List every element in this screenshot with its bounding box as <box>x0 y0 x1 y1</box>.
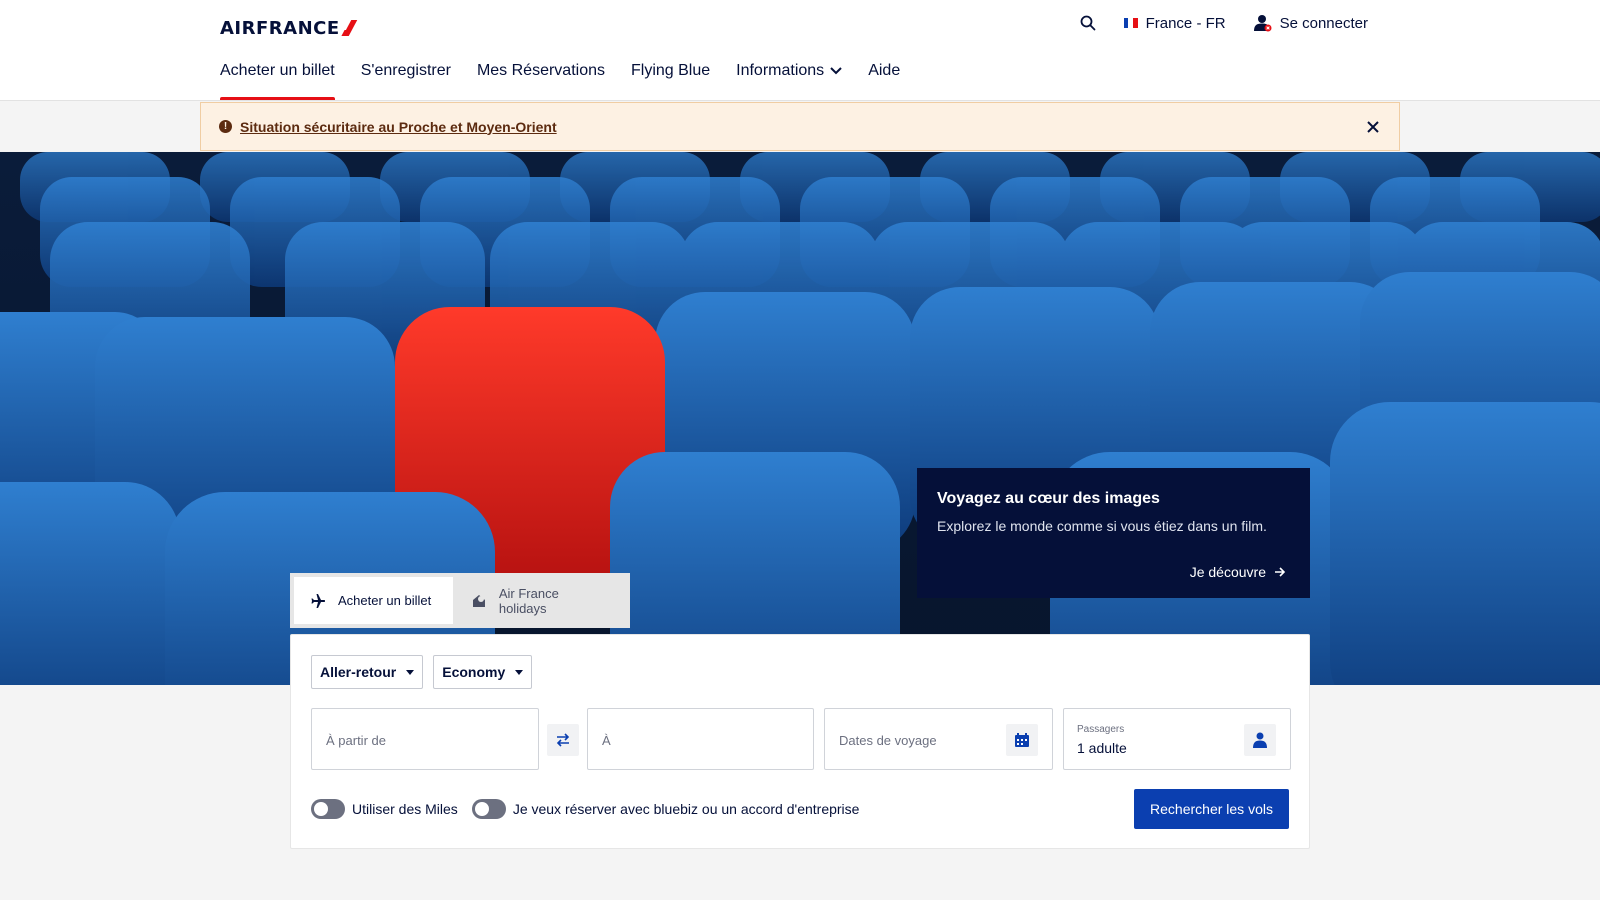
nav-item-flying-blue[interactable]: Flying Blue <box>631 58 710 100</box>
swap-airports-button[interactable] <box>547 724 579 756</box>
login-label: Se connecter <box>1279 14 1368 32</box>
nav-item-reservations[interactable]: Mes Réservations <box>477 58 605 100</box>
trip-type-select[interactable]: Aller-retour <box>311 655 424 689</box>
tab-air-france-holidays[interactable]: Air France holidays <box>455 577 626 624</box>
plane-icon <box>311 593 326 608</box>
destination-placeholder: À <box>602 733 611 748</box>
nav-item-acheter[interactable]: Acheter un billet <box>220 58 335 100</box>
alert-link[interactable]: Situation sécuritaire au Proche et Moyen… <box>240 119 557 135</box>
bluebiz-toggle[interactable] <box>471 799 506 819</box>
security-alert-banner: ! Situation sécuritaire au Proche et Moy… <box>200 102 1400 151</box>
hero-image <box>0 152 1600 685</box>
cabin-class-value: Economy <box>442 664 506 680</box>
arrow-right-icon <box>1275 567 1286 577</box>
miles-toggle[interactable] <box>311 799 345 819</box>
person-icon[interactable] <box>1244 724 1276 756</box>
bluebiz-toggle-group: Je veux réserver avec bluebiz ou un acco… <box>471 799 860 819</box>
promo-card: Voyagez au cœur des images Explorez le m… <box>917 468 1310 598</box>
origin-field[interactable]: À partir de <box>311 708 539 770</box>
nav-item-enregistrer[interactable]: S'enregistrer <box>361 58 451 100</box>
user-icon <box>1253 15 1272 32</box>
miles-toggle-label: Utiliser des Miles <box>352 801 458 817</box>
nav-item-informations[interactable]: Informations <box>736 58 842 100</box>
trip-type-value: Aller-retour <box>320 664 397 680</box>
holidays-icon <box>472 594 485 607</box>
nav-item-aide[interactable]: Aide <box>868 58 900 100</box>
main-nav: Acheter un billet S'enregistrer Mes Rése… <box>220 58 900 100</box>
swap-icon <box>556 733 570 747</box>
search-icon[interactable] <box>1080 15 1096 31</box>
cabin-class-select[interactable]: Economy <box>433 655 533 689</box>
login-link[interactable]: Se connecter <box>1253 14 1368 32</box>
travel-dates-field[interactable]: Dates de voyage <box>824 708 1053 770</box>
travel-dates-placeholder: Dates de voyage <box>839 733 937 748</box>
tab-acheter-billet-label: Acheter un billet <box>338 593 432 608</box>
booking-tabs: Acheter un billet Air France holidays <box>290 573 630 628</box>
calendar-icon[interactable] <box>1006 724 1038 756</box>
promo-text: Explorez le monde comme si vous étiez da… <box>937 518 1267 534</box>
airfrance-logo[interactable]: AIRFRANCE <box>220 17 360 39</box>
bluebiz-toggle-label: Je veux réserver avec bluebiz ou un acco… <box>512 801 860 817</box>
alert-icon: ! <box>219 120 232 133</box>
search-flights-button[interactable]: Rechercher les vols <box>1134 789 1289 829</box>
promo-title: Voyagez au cœur des images <box>937 490 1160 507</box>
flight-search-card: Aller-retour Economy À partir de À Dates… <box>290 634 1310 849</box>
passengers-value: 1 adulte <box>1077 740 1127 756</box>
tab-acheter-billet[interactable]: Acheter un billet <box>294 577 453 624</box>
caret-down-icon <box>515 669 524 675</box>
destination-field[interactable]: À <box>587 708 814 770</box>
tab-air-france-holidays-label: Air France holidays <box>498 585 559 616</box>
france-flag-icon <box>1123 18 1138 28</box>
close-icon[interactable] <box>1361 115 1385 139</box>
passengers-label: Passagers <box>1077 724 1125 735</box>
search-toggles: Utiliser des Miles Je veux réserver avec… <box>311 799 859 819</box>
chevron-down-icon <box>830 67 842 75</box>
site-header: AIRFRANCE France - FR Se connecter Achet… <box>0 0 1600 101</box>
promo-cta-link[interactable]: Je découvre <box>1190 564 1286 580</box>
passengers-field[interactable]: Passagers 1 adulte <box>1063 708 1291 770</box>
nav-item-informations-label: Informations <box>736 62 825 79</box>
header-utilities: France - FR Se connecter <box>1080 14 1368 32</box>
caret-down-icon <box>406 669 415 675</box>
logo-wordmark: AIRFRANCE <box>220 17 340 39</box>
locale-selector[interactable]: France - FR <box>1123 14 1226 32</box>
locale-label: France - FR <box>1145 14 1226 32</box>
promo-cta-label: Je découvre <box>1189 564 1266 580</box>
miles-toggle-group: Utiliser des Miles <box>311 799 458 819</box>
logo-slash-icon <box>342 20 360 36</box>
search-options: Aller-retour Economy <box>311 655 533 689</box>
origin-placeholder: À partir de <box>326 733 386 748</box>
